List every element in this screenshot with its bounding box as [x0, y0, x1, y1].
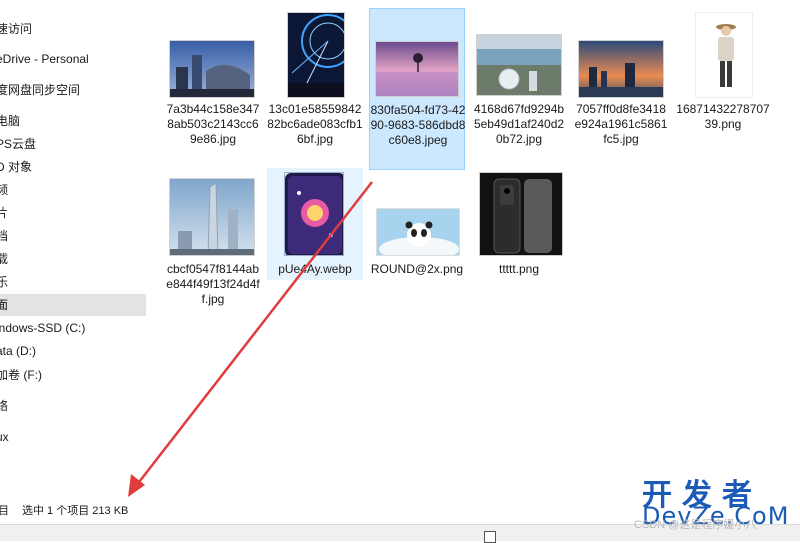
file-name: pUe4Ay.webp: [278, 262, 352, 276]
nav-label: 片: [0, 206, 9, 220]
nav-item-music[interactable]: 乐: [0, 271, 146, 293]
panda-cloud-icon: [376, 208, 460, 256]
phone-galaxy-icon: [284, 172, 344, 256]
nav-label: ata (D:): [0, 344, 37, 358]
file-name: ttttt.png: [498, 262, 540, 276]
file-grid: 7a3b44c158e3478ab503c2143cc69e86.jpg 13c…: [148, 0, 800, 498]
nav-item-desktop[interactable]: 面: [0, 294, 146, 316]
nav-label: 度网盘同步空间: [0, 83, 81, 97]
file-item[interactable]: 4168d67fd9294b5eb49d1af240d20b72.jpg: [471, 8, 567, 154]
file-item[interactable]: cbcf0547f8144abe844f49f13f24d4ff.jpg: [165, 172, 261, 322]
file-item[interactable]: 7057ff0d8fe3418e924a1961c5861fc5.jpg: [573, 8, 669, 154]
file-item[interactable]: 1687143227870739.png: [675, 8, 771, 154]
file-item[interactable]: ROUND@2x.png: [369, 172, 465, 322]
file-item-selected[interactable]: 830fa504-fd73-4290-9683-586dbd8c60e8.jpe…: [369, 8, 465, 170]
ferris-wheel-icon: [287, 12, 345, 98]
nav-label: 络: [0, 399, 9, 413]
nav-item-onedrive[interactable]: eDrive - Personal: [0, 48, 146, 70]
file-name: 13c01e5855984282bc6ade083cfb16bf.jpg: [267, 102, 363, 146]
nav-label: 载: [0, 252, 9, 266]
window-square-icon: [484, 531, 496, 543]
file-name: 4168d67fd9294b5eb49d1af240d20b72.jpg: [473, 102, 565, 146]
nav-item-downloads[interactable]: 载: [0, 248, 146, 270]
nav-item-pictures[interactable]: 片: [0, 202, 146, 224]
nav-item-drive-f[interactable]: 加卷 (F:): [0, 364, 146, 386]
file-item-hover[interactable]: pUe4Ay.webp: [267, 168, 363, 280]
nav-label: 面: [0, 298, 9, 312]
nav-item-3d-objects[interactable]: D 对象: [0, 156, 146, 178]
nav-item-network[interactable]: 络: [0, 395, 146, 417]
nav-label: D 对象: [0, 160, 33, 174]
nav-label: 档: [0, 229, 9, 243]
phone-dark-icon: [479, 172, 563, 256]
lake-tree-icon: [375, 41, 459, 97]
item-count-text: 目: [0, 505, 9, 517]
city-night-icon: [169, 40, 255, 98]
nav-label: PS云盘: [0, 137, 37, 151]
nav-label: 乐: [0, 275, 9, 289]
file-name: 1687143227870739.png: [676, 102, 770, 131]
nav-label: 频: [0, 183, 9, 197]
nav-item-wps-cloud[interactable]: PS云盘: [0, 133, 146, 155]
nav-label: 电脑: [0, 114, 21, 128]
nav-item-documents[interactable]: 档: [0, 225, 146, 247]
nav-label: eDrive - Personal: [0, 52, 89, 66]
file-item[interactable]: 7a3b44c158e3478ab503c2143cc69e86.jpg: [165, 8, 261, 154]
watermark: 开发者 DevZe.CoM CSDN @这是程序媛小八: [634, 470, 800, 531]
nav-item-drive-c[interactable]: indows-SSD (C:): [0, 317, 146, 339]
nav-item-quick-access[interactable]: 速访问: [0, 18, 146, 40]
file-name: 7a3b44c158e3478ab503c2143cc69e86.jpg: [166, 102, 260, 146]
file-item[interactable]: 13c01e5855984282bc6ade083cfb16bf.jpg: [267, 8, 363, 154]
nav-item-videos[interactable]: 频: [0, 179, 146, 201]
file-name: ROUND@2x.png: [370, 262, 464, 276]
navigation-pane: 速访问 eDrive - Personal 度网盘同步空间 电脑 PS云盘 D …: [0, 0, 146, 498]
nav-item-baidu-sync[interactable]: 度网盘同步空间: [0, 79, 146, 101]
nav-label: ux: [0, 430, 9, 444]
file-name: cbcf0547f8144abe844f49f13f24d4ff.jpg: [166, 262, 260, 306]
watermark-csdn: CSDN @这是程序媛小八: [634, 519, 757, 531]
aerial-city-icon: [476, 34, 562, 96]
selection-info-text: 选中 1 个项目 213 KB: [22, 505, 129, 517]
nav-item-drive-d[interactable]: ata (D:): [0, 340, 146, 362]
nav-label: indows-SSD (C:): [0, 321, 86, 335]
file-item[interactable]: ttttt.png: [471, 172, 567, 322]
nav-label: 速访问: [0, 22, 33, 36]
skyline-dusk-icon: [578, 40, 664, 98]
nav-label: 加卷 (F:): [0, 368, 42, 382]
file-name: 7057ff0d8fe3418e924a1961c5861fc5.jpg: [574, 102, 668, 146]
nav-item-this-pc[interactable]: 电脑: [0, 110, 146, 132]
file-name: 830fa504-fd73-4290-9683-586dbd8c60e8.jpe…: [370, 103, 466, 147]
nav-item-linux[interactable]: ux: [0, 426, 146, 448]
skyscraper-icon: [169, 178, 255, 256]
person-icon: [695, 12, 753, 98]
